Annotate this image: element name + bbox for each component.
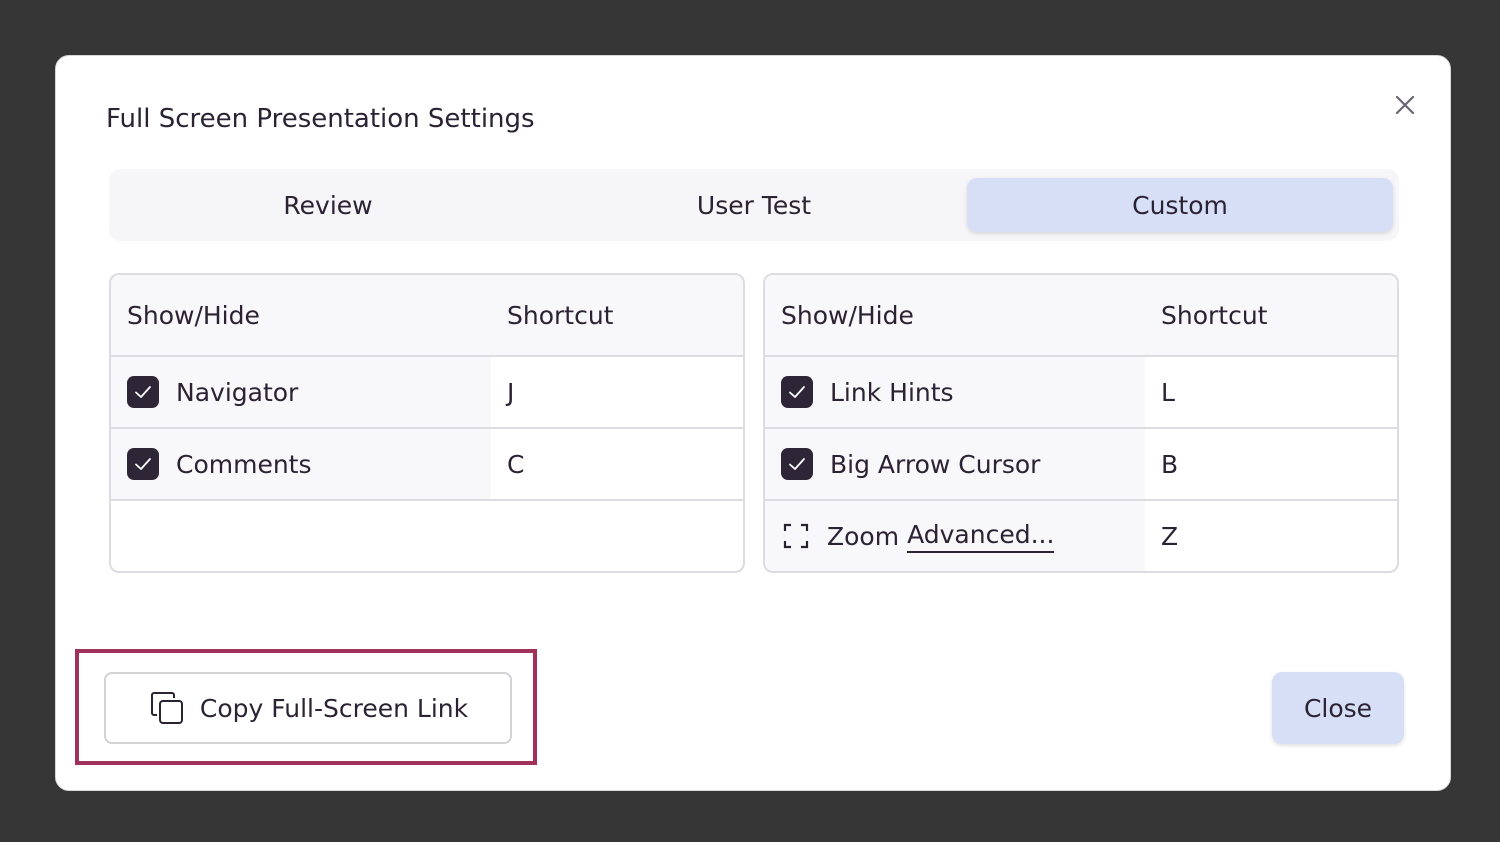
shortcut-comments: C	[507, 449, 525, 479]
table-header: Show/Hide Shortcut	[765, 275, 1397, 357]
navigator-checkbox[interactable]	[127, 376, 159, 408]
dialog-title: Full Screen Presentation Settings	[106, 104, 535, 134]
option-label-navigator: Navigator	[176, 377, 299, 407]
tab-review[interactable]: Review	[115, 178, 541, 232]
table-row: Link Hints L	[765, 357, 1397, 429]
checkmark-icon	[789, 458, 805, 470]
big-arrow-cursor-checkbox[interactable]	[781, 448, 813, 480]
zoom-frame-icon[interactable]	[783, 523, 809, 549]
table-row: Big Arrow Cursor B	[765, 429, 1397, 501]
shortcut-navigator: J	[507, 377, 515, 407]
close-icon[interactable]	[1392, 92, 1418, 118]
copy-icon	[150, 692, 183, 724]
column-header-shortcut: Shortcut	[507, 300, 614, 330]
copy-link-label: Copy Full-Screen Link	[199, 693, 469, 723]
column-header-shortcut: Shortcut	[1161, 300, 1268, 330]
checkmark-icon	[135, 386, 151, 398]
copy-full-screen-link-button[interactable]: Copy Full-Screen Link	[104, 672, 512, 744]
close-button[interactable]: Close	[1272, 672, 1404, 744]
right-options-table: Show/Hide Shortcut Link Hints L Big Arro…	[763, 273, 1399, 573]
tab-custom[interactable]: Custom	[967, 178, 1393, 232]
shortcut-zoom: Z	[1161, 521, 1179, 551]
option-label-zoom: Zoom	[827, 521, 900, 551]
zoom-advanced-link[interactable]: Advanced...	[907, 520, 1055, 553]
option-label-big-arrow-cursor: Big Arrow Cursor	[830, 449, 1041, 479]
option-label-comments: Comments	[176, 449, 312, 479]
shortcut-big-arrow-cursor: B	[1161, 449, 1179, 479]
link-hints-checkbox[interactable]	[781, 376, 813, 408]
left-options-table: Show/Hide Shortcut Navigator J Comments …	[109, 273, 745, 573]
table-row: Comments C	[111, 429, 743, 501]
checkmark-icon	[789, 386, 805, 398]
table-row: Navigator J	[111, 357, 743, 429]
table-header: Show/Hide Shortcut	[111, 275, 743, 357]
column-header-show-hide: Show/Hide	[781, 300, 914, 330]
preset-tabs: Review User Test Custom	[109, 169, 1399, 241]
checkmark-icon	[135, 458, 151, 470]
empty-row	[111, 501, 743, 571]
tab-user-test[interactable]: User Test	[541, 178, 967, 232]
option-label-link-hints: Link Hints	[830, 377, 954, 407]
column-header-show-hide: Show/Hide	[127, 300, 260, 330]
shortcut-link-hints: L	[1161, 377, 1175, 407]
table-row: Zoom Advanced... Z	[765, 501, 1397, 571]
comments-checkbox[interactable]	[127, 448, 159, 480]
